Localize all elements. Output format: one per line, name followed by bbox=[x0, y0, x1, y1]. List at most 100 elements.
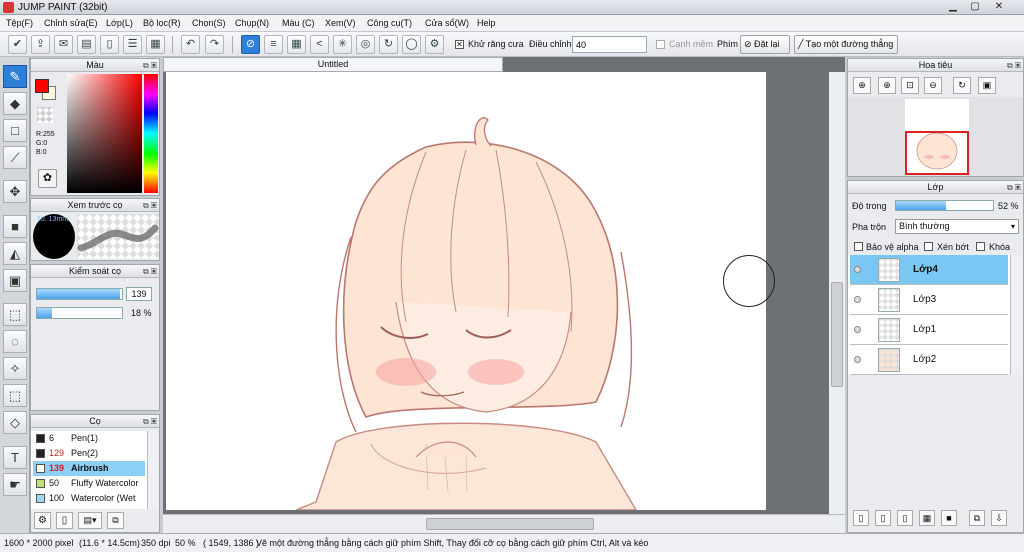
fill-shape-tool-icon[interactable]: ■ bbox=[3, 215, 27, 238]
smooth-checkbox[interactable] bbox=[656, 40, 665, 49]
menu-color[interactable]: Màu (C) bbox=[282, 18, 315, 28]
foreground-color-swatch[interactable] bbox=[35, 79, 49, 93]
layer-list-scrollbar[interactable] bbox=[1010, 255, 1023, 375]
maximize-button[interactable]: ▢ bbox=[966, 1, 984, 13]
line-tool-icon[interactable]: ⟋ bbox=[3, 146, 27, 169]
layer-row[interactable]: Lớp4 bbox=[850, 255, 1008, 285]
clip-checkbox[interactable] bbox=[924, 242, 933, 251]
panel-window-icons[interactable]: ⧉ ▣ bbox=[143, 416, 157, 428]
menu-layer[interactable]: Lớp(L) bbox=[106, 18, 133, 28]
menu-window[interactable]: Cửa sổ(W) bbox=[425, 18, 469, 28]
document-icon[interactable]: ▯ bbox=[100, 35, 119, 54]
brush-item[interactable]: 50 Fluffy Watercolor bbox=[33, 476, 145, 491]
merge-layer-icon[interactable]: ⇩ bbox=[991, 510, 1007, 526]
no-ruler-icon[interactable]: ⊘ bbox=[241, 35, 260, 54]
zoom-in-icon[interactable]: ⊕ bbox=[853, 77, 871, 94]
gradient-tool-icon[interactable]: ▣ bbox=[3, 269, 27, 292]
minimize-button[interactable]: ▁ bbox=[944, 1, 962, 13]
close-button[interactable]: ✕ bbox=[990, 1, 1008, 13]
duplicate-layer-icon[interactable]: ⧉ bbox=[969, 510, 985, 526]
menu-help[interactable]: Help bbox=[477, 18, 496, 28]
bucket-tool-icon[interactable]: ◭ bbox=[3, 242, 27, 265]
brush-size-input[interactable]: 139 bbox=[126, 287, 152, 301]
zoom-in-alt-icon[interactable]: ⊕ bbox=[878, 77, 896, 94]
grid-ruler-icon[interactable]: ▦ bbox=[287, 35, 306, 54]
text-tool-icon[interactable]: T bbox=[3, 446, 27, 469]
redo-icon[interactable]: ↷ bbox=[205, 35, 224, 54]
rotate-icon[interactable]: ↻ bbox=[953, 77, 971, 94]
lasso-tool-icon[interactable]: ◌ bbox=[3, 330, 27, 353]
antialias-checkbox[interactable]: ✕ bbox=[455, 40, 464, 49]
new-screentone-layer-icon[interactable]: ▦ bbox=[919, 510, 935, 526]
vertical-scrollbar[interactable] bbox=[829, 72, 845, 514]
brush-copy-icon[interactable]: ⧉ bbox=[107, 512, 124, 529]
perspective-ruler-icon[interactable]: < bbox=[310, 35, 329, 54]
curve-ruler-icon[interactable]: ↻ bbox=[379, 35, 398, 54]
reset-button[interactable]: ⊘ Đặt lại bbox=[740, 35, 790, 54]
lock-checkbox[interactable] bbox=[976, 242, 985, 251]
new-brush-icon[interactable]: ▯ bbox=[56, 512, 73, 529]
grid-icon[interactable]: ▦ bbox=[146, 35, 165, 54]
check-icon[interactable]: ✔ bbox=[8, 35, 27, 54]
eraser-tool-icon[interactable]: ◆ bbox=[3, 92, 27, 115]
layer-row[interactable]: Lớp1 bbox=[850, 315, 1008, 345]
blend-mode-select[interactable]: Bình thường ▾ bbox=[895, 219, 1019, 234]
horizontal-scrollbar[interactable] bbox=[163, 514, 845, 533]
menu-filter[interactable]: Bộ lọc(R) bbox=[143, 18, 181, 28]
brush-item[interactable]: 129 Pen(2) bbox=[33, 446, 145, 461]
brush-menu-icon[interactable]: ▤▾ bbox=[78, 512, 102, 529]
brush-opacity-slider[interactable] bbox=[36, 307, 123, 319]
undo-icon[interactable]: ↶ bbox=[181, 35, 200, 54]
menu-tools[interactable]: Công cụ(T) bbox=[367, 18, 412, 28]
concentric-ruler-icon[interactable]: ◎ bbox=[356, 35, 375, 54]
menu-select[interactable]: Chọn(S) bbox=[192, 18, 226, 28]
new-layer-icon[interactable]: ▯ bbox=[853, 510, 869, 526]
panel-window-icons[interactable]: ⧉ ▣ bbox=[1007, 60, 1021, 72]
fit-window-icon[interactable]: ⊡ bbox=[901, 77, 919, 94]
ellipse-ruler-icon[interactable]: ◯ bbox=[402, 35, 421, 54]
rectangle-tool-icon[interactable]: □ bbox=[3, 119, 27, 142]
menu-capture[interactable]: Chụp(N) bbox=[235, 18, 269, 28]
export-icon[interactable]: ⇪ bbox=[31, 35, 50, 54]
document-tab[interactable]: Untitled bbox=[163, 57, 503, 72]
hand-tool-icon[interactable]: ☛ bbox=[3, 473, 27, 496]
layer-visibility-icon[interactable] bbox=[854, 296, 861, 303]
palette-icon[interactable]: ✿ bbox=[38, 169, 57, 188]
panel-window-icons[interactable]: ⧉ ▣ bbox=[143, 60, 157, 72]
menu-file[interactable]: Tệp(F) bbox=[6, 18, 33, 28]
reset-view-icon[interactable]: ▣ bbox=[978, 77, 996, 94]
brush-item-selected[interactable]: 139 Airbrush bbox=[33, 461, 145, 476]
adjust-select[interactable] bbox=[572, 36, 647, 53]
layer-visibility-icon[interactable] bbox=[854, 266, 861, 273]
brush-tool-icon[interactable]: ✎ bbox=[3, 65, 27, 88]
panel-window-icons[interactable]: ⧉ ▣ bbox=[143, 266, 157, 278]
select-pen-tool-icon[interactable]: ⬚ bbox=[3, 384, 27, 407]
drawing-canvas[interactable] bbox=[166, 72, 766, 510]
zoom-out-icon[interactable]: ⊖ bbox=[924, 77, 942, 94]
brush-item[interactable]: 100 Watercolor (Wet bbox=[33, 491, 145, 506]
move-tool-icon[interactable]: ✥ bbox=[3, 180, 27, 203]
panel-window-icons[interactable]: ⧉ ▣ bbox=[143, 200, 157, 212]
brush-list-scrollbar[interactable] bbox=[147, 431, 159, 509]
layer-row[interactable]: Lớp3 bbox=[850, 285, 1008, 315]
protect-alpha-checkbox[interactable] bbox=[854, 242, 863, 251]
layer-visibility-icon[interactable] bbox=[854, 326, 861, 333]
message-icon[interactable]: ▤ bbox=[77, 35, 96, 54]
new-text-layer-icon[interactable]: ▯ bbox=[897, 510, 913, 526]
comment-icon[interactable]: ✉ bbox=[54, 35, 73, 54]
transparent-swatch[interactable] bbox=[37, 107, 53, 123]
brush-item[interactable]: 6 Pen(1) bbox=[33, 431, 145, 446]
straight-line-button[interactable]: ╱ Tạo một đường thẳng bbox=[794, 35, 898, 54]
new-raster-layer-icon[interactable]: ▯ bbox=[875, 510, 891, 526]
navigator-viewport-frame[interactable] bbox=[905, 131, 969, 175]
settings-ruler-icon[interactable]: ⚙ bbox=[425, 35, 444, 54]
horizontal-scroll-thumb[interactable] bbox=[426, 518, 594, 530]
layer-opacity-slider[interactable] bbox=[895, 200, 994, 211]
magic-wand-tool-icon[interactable]: ✧ bbox=[3, 357, 27, 380]
menu-edit[interactable]: Chỉnh sửa(E) bbox=[44, 18, 98, 28]
vertical-scroll-thumb[interactable] bbox=[831, 282, 843, 387]
brush-settings-icon[interactable]: ⚙ bbox=[34, 512, 51, 529]
list-icon[interactable]: ☰ bbox=[123, 35, 142, 54]
color-gradient-picker[interactable] bbox=[67, 74, 142, 193]
layer-row[interactable]: Lớp2 bbox=[850, 345, 1008, 375]
